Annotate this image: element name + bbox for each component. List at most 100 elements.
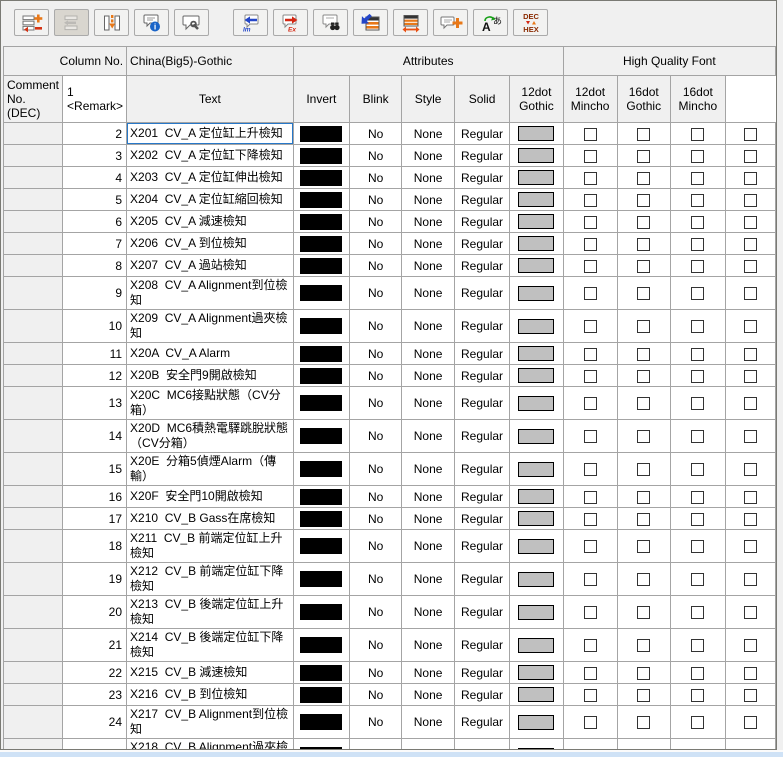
- checkbox-16dot-mincho[interactable]: [744, 491, 757, 504]
- character-convert-button[interactable]: あ A: [473, 9, 508, 36]
- text-color-cell[interactable]: [293, 684, 349, 706]
- blink-cell[interactable]: None: [402, 684, 454, 706]
- blink-cell[interactable]: None: [402, 706, 454, 739]
- invert-cell[interactable]: No: [349, 629, 401, 662]
- comment-text-cell[interactable]: X212 CV_B 前端定位缸下降檢知: [127, 563, 294, 596]
- comment-text-cell[interactable]: X217 CV_B Alignment到位檢知: [127, 706, 294, 739]
- invert-cell[interactable]: No: [349, 508, 401, 530]
- checkbox-16dot-mincho[interactable]: [744, 320, 757, 333]
- invert-cell[interactable]: No: [349, 255, 401, 277]
- checkbox-16dot-mincho[interactable]: [744, 540, 757, 553]
- solid-color-cell[interactable]: [510, 310, 563, 343]
- checkbox-16dot-gothic[interactable]: [691, 348, 704, 361]
- checkbox-12dot-mincho[interactable]: [637, 573, 650, 586]
- text-color-cell[interactable]: [293, 123, 349, 145]
- comment-text-cell[interactable]: X215 CV_B 減速檢知: [127, 662, 294, 684]
- invert-cell[interactable]: No: [349, 123, 401, 145]
- checkbox-12dot-gothic[interactable]: [584, 172, 597, 185]
- row-header-cell[interactable]: [4, 739, 63, 750]
- comment-no-cell[interactable]: 7: [63, 233, 127, 255]
- blink-cell[interactable]: None: [402, 420, 454, 453]
- style-cell[interactable]: Regular: [454, 277, 509, 310]
- checkbox-12dot-gothic[interactable]: [584, 430, 597, 443]
- text-color-cell[interactable]: [293, 343, 349, 365]
- solid-color-cell[interactable]: [510, 145, 563, 167]
- text-color-cell[interactable]: [293, 508, 349, 530]
- checkbox-12dot-mincho[interactable]: [637, 491, 650, 504]
- checkbox-12dot-mincho[interactable]: [637, 320, 650, 333]
- blink-cell[interactable]: None: [402, 530, 454, 563]
- checkbox-12dot-mincho[interactable]: [637, 238, 650, 251]
- comment-text-cell[interactable]: X20A CV_A Alarm: [127, 343, 294, 365]
- checkbox-12dot-mincho[interactable]: [637, 194, 650, 207]
- invert-cell[interactable]: No: [349, 706, 401, 739]
- checkbox-12dot-gothic[interactable]: [584, 320, 597, 333]
- blink-cell[interactable]: None: [402, 629, 454, 662]
- checkbox-12dot-gothic[interactable]: [584, 260, 597, 273]
- invert-cell[interactable]: No: [349, 387, 401, 420]
- checkbox-16dot-mincho[interactable]: [744, 639, 757, 652]
- style-cell[interactable]: Regular: [454, 123, 509, 145]
- comment-no-cell[interactable]: 8: [63, 255, 127, 277]
- row-header-cell[interactable]: [4, 486, 63, 508]
- style-cell[interactable]: Regular: [454, 629, 509, 662]
- style-cell[interactable]: Regular: [454, 310, 509, 343]
- checkbox-12dot-mincho[interactable]: [637, 172, 650, 185]
- comment-no-cell[interactable]: 12: [63, 365, 127, 387]
- style-cell[interactable]: Regular: [454, 387, 509, 420]
- comment-text-cell[interactable]: X20E 分箱5偵煙Alarm（傳輸）: [127, 453, 294, 486]
- invert-cell[interactable]: No: [349, 420, 401, 453]
- checkbox-12dot-gothic[interactable]: [584, 150, 597, 163]
- text-color-cell[interactable]: [293, 739, 349, 750]
- checkbox-16dot-mincho[interactable]: [744, 689, 757, 702]
- solid-color-cell[interactable]: [510, 662, 563, 684]
- checkbox-12dot-gothic[interactable]: [584, 667, 597, 680]
- style-cell[interactable]: Regular: [454, 596, 509, 629]
- blink-cell[interactable]: None: [402, 145, 454, 167]
- solid-color-cell[interactable]: [510, 596, 563, 629]
- text-color-cell[interactable]: [293, 596, 349, 629]
- blink-cell[interactable]: None: [402, 508, 454, 530]
- invert-cell[interactable]: No: [349, 310, 401, 343]
- add-comment-button[interactable]: [433, 9, 468, 36]
- checkbox-16dot-gothic[interactable]: [691, 150, 704, 163]
- solid-color-cell[interactable]: [510, 508, 563, 530]
- style-cell[interactable]: Regular: [454, 420, 509, 453]
- checkbox-12dot-mincho[interactable]: [637, 216, 650, 229]
- row-header-cell[interactable]: [4, 343, 63, 365]
- search-comment-button[interactable]: [313, 9, 348, 36]
- solid-color-cell[interactable]: [510, 211, 563, 233]
- blink-cell[interactable]: None: [402, 277, 454, 310]
- checkbox-16dot-gothic[interactable]: [691, 606, 704, 619]
- checkbox-16dot-gothic[interactable]: [691, 320, 704, 333]
- style-cell[interactable]: Regular: [454, 530, 509, 563]
- checkbox-16dot-mincho[interactable]: [744, 606, 757, 619]
- blink-cell[interactable]: None: [402, 255, 454, 277]
- comment-text-cell[interactable]: X206 CV_A 到位檢知: [127, 233, 294, 255]
- invert-cell[interactable]: No: [349, 684, 401, 706]
- solid-color-cell[interactable]: [510, 255, 563, 277]
- checkbox-16dot-gothic[interactable]: [691, 540, 704, 553]
- text-color-cell[interactable]: [293, 189, 349, 211]
- row-header-cell[interactable]: [4, 189, 63, 211]
- solid-color-cell[interactable]: [510, 343, 563, 365]
- blink-cell[interactable]: None: [402, 365, 454, 387]
- style-cell[interactable]: Regular: [454, 684, 509, 706]
- checkbox-12dot-gothic[interactable]: [584, 194, 597, 207]
- comment-no-cell[interactable]: 21: [63, 629, 127, 662]
- comment-no-cell[interactable]: 23: [63, 684, 127, 706]
- solid-color-cell[interactable]: [510, 486, 563, 508]
- row-header-cell[interactable]: [4, 167, 63, 189]
- comment-text-cell[interactable]: X207 CV_A 過站檢知: [127, 255, 294, 277]
- text-color-cell[interactable]: [293, 145, 349, 167]
- checkbox-12dot-gothic[interactable]: [584, 491, 597, 504]
- comment-text-cell[interactable]: X20C MC6接點狀態（CV分箱）: [127, 387, 294, 420]
- comment-no-cell[interactable]: 14: [63, 420, 127, 453]
- export-comment-button[interactable]: Ex: [273, 9, 308, 36]
- comment-no-cell[interactable]: 4: [63, 167, 127, 189]
- checkbox-12dot-mincho[interactable]: [637, 348, 650, 361]
- checkbox-12dot-gothic[interactable]: [584, 513, 597, 526]
- comment-no-cell[interactable]: 18: [63, 530, 127, 563]
- checkbox-16dot-mincho[interactable]: [744, 238, 757, 251]
- checkbox-12dot-mincho[interactable]: [637, 430, 650, 443]
